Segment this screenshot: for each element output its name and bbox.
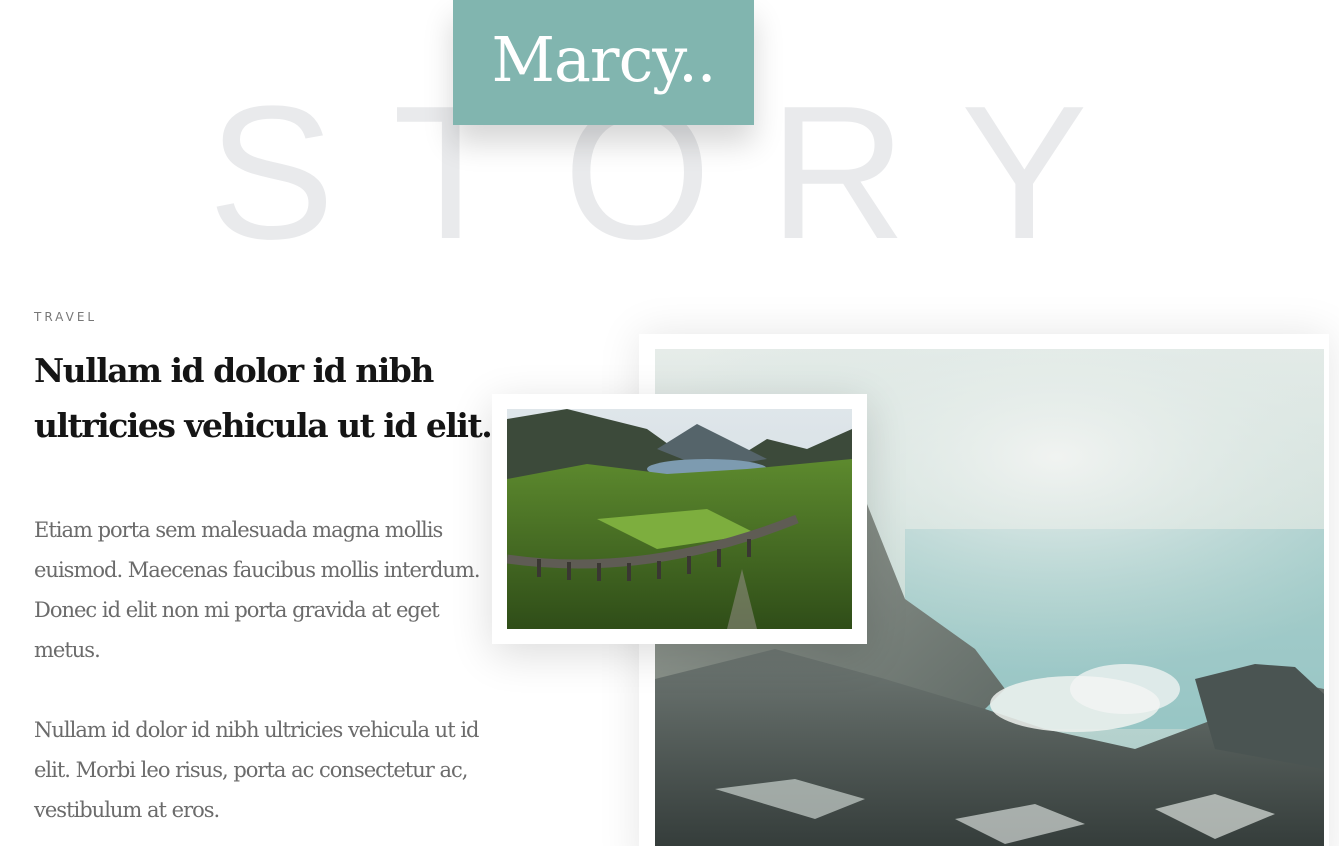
post-paragraph-2: Nullam id dolor id nibh ultricies vehicu…	[34, 718, 479, 822]
post-paragraph-1: Etiam porta sem malesuada magna mollis e…	[34, 518, 481, 662]
post-category[interactable]: TRAVEL	[34, 310, 97, 324]
logo-text: Marcy..	[491, 23, 716, 96]
small-image[interactable]	[507, 409, 852, 629]
post-title[interactable]: Nullam id dolor id nibh ultricies vehicu…	[34, 343, 494, 453]
logo[interactable]: Marcy..	[453, 0, 754, 125]
